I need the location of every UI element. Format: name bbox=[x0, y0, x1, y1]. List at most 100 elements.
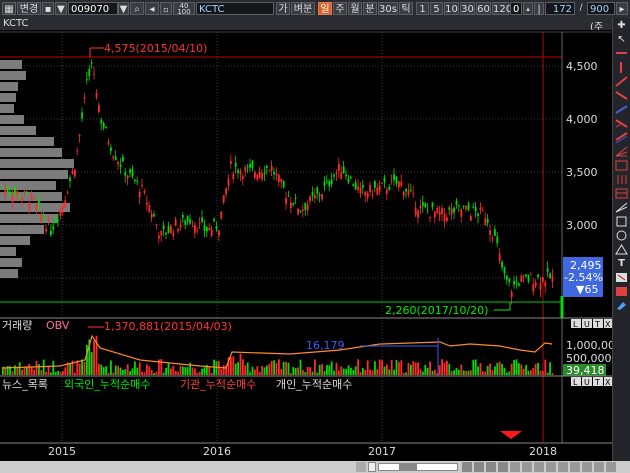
volume-bar bbox=[182, 366, 184, 375]
x-tick-2017: 2017 bbox=[368, 445, 396, 458]
candle-body bbox=[213, 219, 215, 221]
candle-body bbox=[347, 178, 350, 183]
zoom-in-icon[interactable] bbox=[474, 462, 484, 472]
fit-icon[interactable] bbox=[486, 462, 496, 472]
volume-bar bbox=[148, 366, 151, 375]
volume-bar bbox=[304, 372, 307, 375]
code-lock-icon[interactable]: ▪ bbox=[42, 2, 54, 15]
paint-icon[interactable] bbox=[615, 300, 628, 311]
info-icon[interactable]: ▫ bbox=[160, 2, 172, 15]
volume-bar bbox=[208, 366, 211, 375]
seconds-button[interactable]: 30s bbox=[378, 2, 398, 15]
period-5-button[interactable]: 5 bbox=[430, 2, 443, 15]
help-icon[interactable] bbox=[594, 462, 604, 472]
period-120-button[interactable]: 120 bbox=[492, 2, 512, 15]
candle-body bbox=[323, 181, 326, 186]
volume-bar bbox=[112, 372, 115, 375]
tick-button[interactable]: 틱 bbox=[399, 2, 413, 15]
prev-next-icon[interactable]: ◂ bbox=[145, 2, 159, 15]
volume-bar bbox=[162, 372, 165, 375]
scroll-left-icon[interactable] bbox=[356, 462, 366, 472]
stock-name-field[interactable]: KCTC bbox=[196, 2, 274, 15]
change-menu-button[interactable]: 변경 bbox=[17, 2, 41, 15]
reset-icon[interactable] bbox=[498, 462, 508, 472]
print-icon[interactable] bbox=[558, 462, 568, 472]
channel-icon[interactable] bbox=[615, 132, 628, 144]
chart-canvas[interactable]: 4,575(2015/04/10) 2,260(2017/10/20) 4,50… bbox=[0, 30, 612, 461]
volume-bar bbox=[410, 364, 412, 375]
candle-body bbox=[477, 213, 479, 216]
scroll-right-icon[interactable]: ▸ bbox=[616, 2, 628, 15]
speed-line-icon[interactable] bbox=[615, 202, 628, 213]
weekly-button[interactable]: 주 bbox=[333, 2, 347, 15]
monthly-button[interactable]: 월 bbox=[348, 2, 362, 15]
candle-body bbox=[126, 175, 129, 179]
volume-bar bbox=[417, 362, 419, 375]
delete-icon[interactable] bbox=[615, 272, 628, 283]
settings-icon[interactable] bbox=[582, 462, 592, 472]
display-count-input[interactable]: 172 bbox=[545, 2, 575, 15]
save-icon[interactable] bbox=[570, 462, 580, 472]
candle-body bbox=[494, 229, 496, 236]
window-menu-icon[interactable]: ▦ bbox=[2, 2, 16, 15]
circle-icon[interactable] bbox=[615, 230, 628, 241]
candle-body bbox=[18, 196, 21, 198]
cross-icon[interactable]: ✚ bbox=[615, 20, 628, 31]
scroll-thumb[interactable] bbox=[399, 464, 417, 470]
candle-body bbox=[218, 230, 220, 236]
ray-icon[interactable] bbox=[615, 90, 628, 101]
layout-icon[interactable] bbox=[546, 462, 556, 472]
dropdown-arrow-icon[interactable]: ▼ bbox=[55, 2, 67, 15]
chart-type-icon[interactable] bbox=[510, 462, 520, 472]
indicator-icon[interactable] bbox=[522, 462, 532, 472]
volume-bar bbox=[69, 362, 71, 375]
volume-bar bbox=[510, 363, 513, 375]
cycle-icon[interactable] bbox=[615, 174, 628, 185]
text-icon[interactable]: T bbox=[615, 258, 628, 269]
volume-bar bbox=[234, 363, 237, 375]
fibo-icon[interactable] bbox=[615, 118, 628, 129]
scroll-home-icon[interactable] bbox=[368, 462, 376, 472]
grid-icon[interactable] bbox=[615, 188, 628, 199]
overlay-icon[interactable] bbox=[534, 462, 544, 472]
fan-icon[interactable] bbox=[615, 146, 628, 157]
candle-body bbox=[143, 190, 146, 193]
volume-bar bbox=[38, 364, 40, 375]
color-icon[interactable] bbox=[615, 286, 628, 297]
svg-text:X: X bbox=[605, 378, 611, 387]
pb-button[interactable]: 벼분 bbox=[291, 2, 315, 15]
period-spin-icon[interactable]: ▴ bbox=[523, 2, 533, 15]
volume-bar bbox=[275, 363, 278, 375]
candle-body bbox=[328, 181, 331, 187]
hline-icon[interactable] bbox=[615, 48, 628, 59]
vline-icon[interactable] bbox=[615, 62, 628, 73]
scale-toggle[interactable]: 40 100 bbox=[173, 2, 195, 16]
candle-body bbox=[54, 218, 57, 224]
trendline-icon[interactable] bbox=[615, 76, 628, 87]
expand-icon[interactable] bbox=[606, 462, 616, 472]
minute-button[interactable]: 분 bbox=[363, 2, 377, 15]
candle-body bbox=[520, 276, 523, 282]
gann-icon[interactable] bbox=[615, 160, 628, 171]
candle-body bbox=[395, 176, 398, 184]
search-icon[interactable]: ⌕ bbox=[130, 2, 144, 15]
period-60-button[interactable]: 60 bbox=[476, 2, 491, 15]
code-dropdown-icon[interactable]: ▼ bbox=[118, 2, 129, 15]
triangle-icon[interactable] bbox=[615, 244, 628, 255]
volume-bar bbox=[429, 361, 431, 375]
period-30-button[interactable]: 30 bbox=[460, 2, 475, 15]
pointer-icon[interactable]: ↖ bbox=[615, 34, 628, 45]
period-1-button[interactable]: 1 bbox=[416, 2, 429, 15]
daily-button[interactable]: 일 bbox=[318, 2, 332, 15]
period-input[interactable]: 0 bbox=[510, 2, 522, 15]
scroll-track[interactable] bbox=[378, 463, 458, 471]
extend-line-icon[interactable] bbox=[615, 104, 628, 115]
stock-code-input[interactable]: 009070 bbox=[68, 2, 118, 15]
volume-bar bbox=[342, 368, 345, 375]
zoom-out-icon[interactable] bbox=[462, 462, 472, 472]
price-tick-3000: 3,000 bbox=[566, 219, 598, 232]
period-10-button[interactable]: 10 bbox=[444, 2, 459, 15]
scale-bottom: 100 bbox=[177, 8, 191, 16]
ga-button[interactable]: 가 bbox=[276, 2, 290, 15]
square-icon[interactable] bbox=[615, 216, 628, 227]
